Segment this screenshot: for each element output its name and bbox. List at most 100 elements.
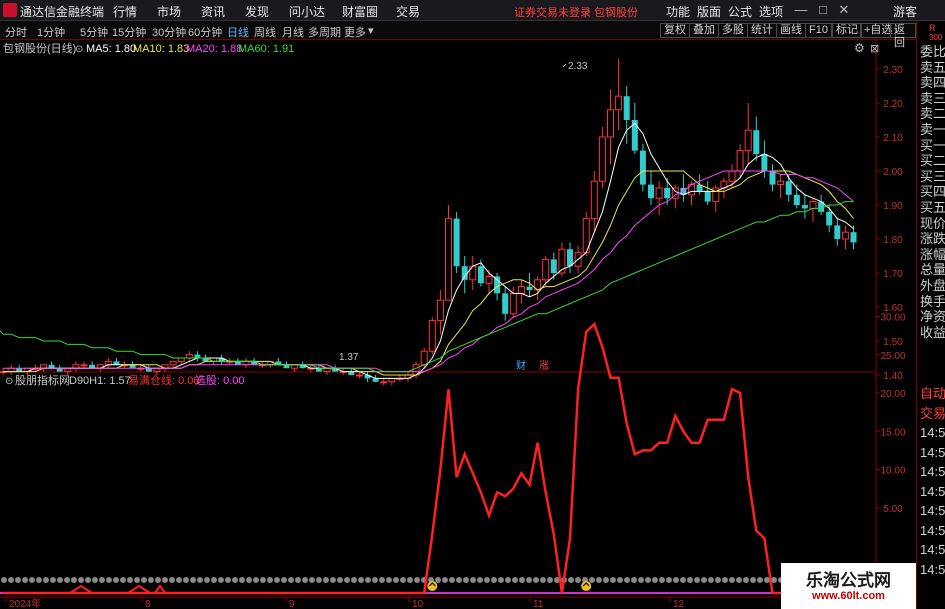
period-tick[interactable]: 分时	[5, 24, 27, 40]
back-button[interactable]: 返回	[890, 23, 916, 49]
quote-field-label: 买四	[920, 184, 945, 200]
period-5min[interactable]: 5分钟	[80, 24, 108, 40]
baseline-dot	[71, 577, 77, 583]
period-daily[interactable]: 日线	[227, 24, 249, 40]
baseline-dot	[106, 577, 112, 583]
baseline-dot	[148, 577, 154, 583]
baseline-dot	[99, 577, 105, 583]
adjust-button[interactable]: 复权	[660, 23, 690, 38]
pick-label: 选股: 0.00	[195, 374, 245, 387]
baseline-dot	[540, 577, 546, 583]
y-tick-label: 1.90	[883, 201, 903, 212]
period-multi[interactable]: 多周期	[308, 24, 341, 40]
indicator-dropdown-icon[interactable]: ⊙	[5, 376, 13, 387]
period-60min[interactable]: 60分钟	[188, 24, 222, 40]
candle-body-up	[509, 292, 517, 315]
period-30min[interactable]: 30分钟	[152, 24, 186, 40]
baseline-dot	[127, 577, 133, 583]
candle-body-down	[850, 232, 857, 243]
baseline-dot	[596, 577, 602, 583]
baseline-dot	[1, 577, 7, 583]
auto-trade-label[interactable]: 自动	[920, 386, 945, 401]
menu-ask[interactable]: 问小达	[289, 3, 325, 20]
candle-body-up	[104, 360, 112, 366]
menu-options[interactable]: 选项	[759, 3, 783, 20]
baseline-dot	[435, 577, 441, 583]
ma-line-ma10	[3, 170, 854, 376]
candle-body-up	[388, 377, 396, 383]
candle-body-down	[234, 361, 241, 365]
f10-button[interactable]: F10	[805, 23, 832, 38]
chevron-down-icon[interactable]: ▾	[368, 24, 374, 37]
quote-field-label: 卖二	[920, 106, 945, 122]
quote-field-label: 卖五	[920, 59, 945, 75]
watermark-logo: 乐淘公式网 www.60lt.com	[781, 563, 916, 609]
baseline-dot	[309, 577, 315, 583]
menu-function[interactable]: 功能	[666, 3, 690, 20]
multi-stock-button[interactable]: 多股	[718, 23, 748, 38]
menu-wealth-circle[interactable]: 财富圈	[342, 3, 378, 20]
baseline-dot	[736, 577, 742, 583]
baseline-dot	[155, 577, 161, 583]
overlay-button[interactable]: 叠加	[689, 23, 719, 38]
candle-body-down	[48, 364, 55, 369]
menu-news[interactable]: 资讯	[201, 3, 225, 20]
menu-discover[interactable]: 发现	[245, 3, 269, 20]
candle-body-up	[517, 286, 525, 294]
period-15min[interactable]: 15分钟	[112, 24, 146, 40]
period-monthly[interactable]: 月线	[282, 24, 304, 40]
y-tick-label: 15.00	[880, 427, 905, 438]
minimize-icon[interactable]: —	[793, 2, 809, 18]
dropdown-icon[interactable]: ⊙	[75, 44, 83, 55]
baseline-dot	[15, 577, 21, 583]
quote-field-label: 总量	[920, 262, 945, 278]
candle-body-down	[89, 364, 96, 369]
maximize-icon[interactable]: □	[815, 2, 831, 18]
baseline-dot	[393, 577, 399, 583]
menu-trade[interactable]: 交易	[396, 3, 420, 20]
menu-market[interactable]: 市场	[157, 3, 181, 20]
app-title: 通达信金融终端	[20, 5, 105, 19]
baseline-dot	[120, 577, 126, 583]
baseline-dot	[519, 577, 525, 583]
login-notice[interactable]: 证券交易未登录 包钢股份	[514, 4, 638, 20]
candle-body-down	[801, 205, 808, 209]
candle-body-down	[453, 218, 460, 267]
baseline-dot	[218, 577, 224, 583]
candle-body-down	[639, 150, 646, 185]
close-icon[interactable]: ✕	[836, 2, 852, 18]
baseline-dot	[295, 577, 301, 583]
baseline-dot	[85, 577, 91, 583]
period-weekly[interactable]: 周线	[254, 24, 276, 40]
finance-marker[interactable]: 财	[516, 359, 526, 372]
y-tick-label: 30.00	[880, 313, 905, 324]
chart-area[interactable]: 2024年 8 9 10 11 12 2.30 2.20 2.10 2.00 1.90 1.80 1.…	[0, 40, 916, 609]
baseline-dot	[708, 577, 714, 583]
menu-market-quotes[interactable]: 行情	[113, 3, 137, 20]
close-panel-icon[interactable]: ⊠	[870, 43, 879, 55]
candle-body-up	[598, 136, 606, 182]
stats-button[interactable]: 统计	[747, 23, 777, 38]
baseline-dot	[463, 577, 469, 583]
period-more[interactable]: 更多	[344, 24, 366, 40]
baseline-dot	[610, 577, 616, 583]
period-1min[interactable]: 1分钟	[37, 24, 65, 40]
menu-formula[interactable]: 公式	[728, 3, 752, 20]
menu-layout[interactable]: 版面	[697, 3, 721, 20]
draw-button[interactable]: 画线	[776, 23, 806, 38]
auto-trade-label[interactable]: 交易	[920, 406, 945, 421]
guest-label[interactable]: 游客	[893, 3, 917, 20]
y-tick-label: 20.00	[880, 389, 905, 400]
tick-time: 14:56	[920, 522, 945, 538]
x-tick-label: 10	[412, 599, 424, 609]
limit-up-marker[interactable]: 涨	[539, 360, 549, 372]
baseline-dot	[274, 577, 280, 583]
candle-body-up	[436, 299, 444, 322]
settings-icon[interactable]: ⚙	[854, 41, 865, 55]
candle-body-down	[315, 368, 322, 372]
quote-field-label: 涨跌	[920, 231, 945, 247]
mark-button[interactable]: 标记	[832, 23, 862, 38]
candle-body-up	[7, 367, 15, 373]
y-tick-label: 2.20	[883, 99, 903, 110]
y-tick-label: 5.00	[883, 504, 903, 515]
